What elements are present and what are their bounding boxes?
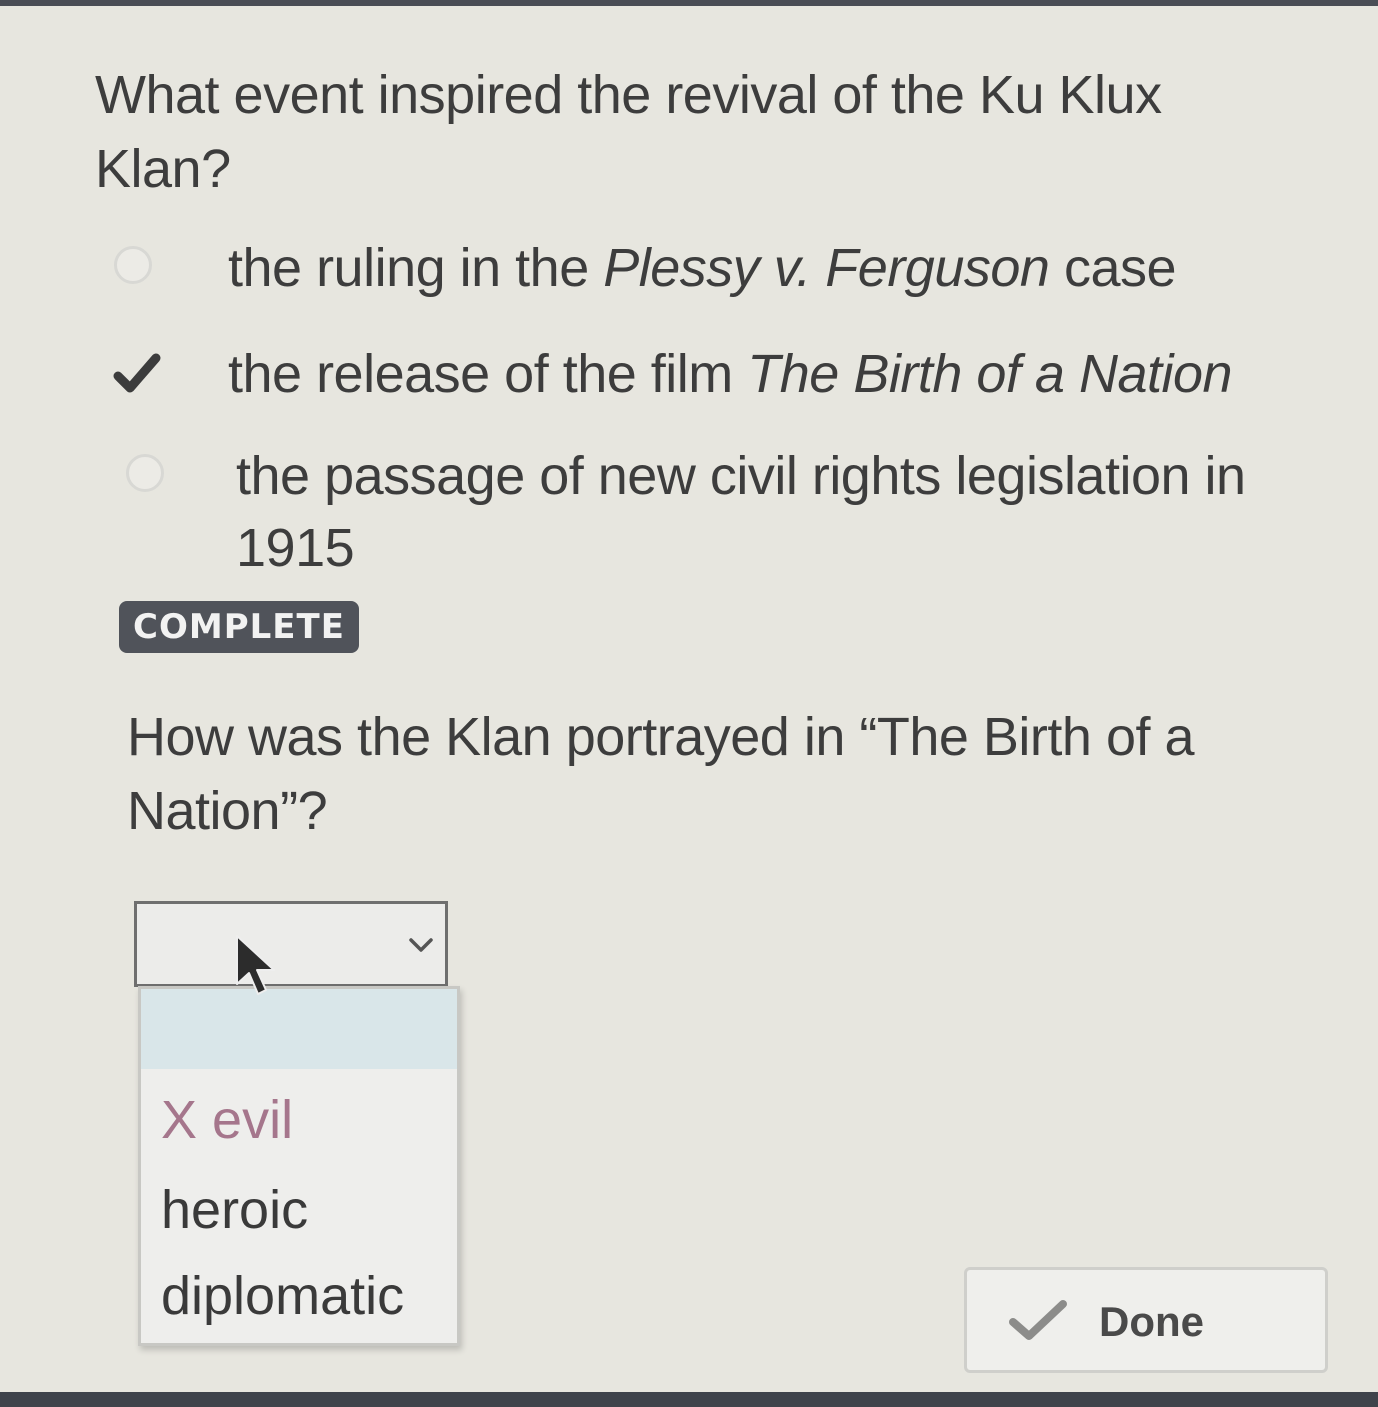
question-2-prompt: How was the Klan portrayed in “The Birth… xyxy=(127,707,1195,841)
radio-icon[interactable] xyxy=(122,452,182,500)
answer-option-3-label: the passage of new civil rights legislat… xyxy=(236,446,1246,578)
done-button-label: Done xyxy=(1099,1298,1204,1345)
answer-option-2-label: the release of the film The Birth of a N… xyxy=(228,344,1233,404)
chevron-down-icon[interactable] xyxy=(407,930,435,958)
dropdown-option-evil[interactable]: X evil xyxy=(161,1085,293,1155)
checkmark-icon xyxy=(110,350,170,398)
question-1-prompt: What event inspired the revival of the K… xyxy=(95,65,1162,199)
answer-option-1-label: the ruling in the Plessy v. Ferguson cas… xyxy=(228,238,1177,298)
dropdown-option-blank[interactable] xyxy=(141,989,457,1069)
radio-icon[interactable] xyxy=(110,244,170,292)
answer-dropdown[interactable] xyxy=(134,901,448,987)
dropdown-option-diplomatic[interactable]: diplomatic xyxy=(161,1261,404,1331)
window-top-edge xyxy=(0,0,1378,6)
done-button[interactable]: Done xyxy=(964,1267,1328,1373)
incorrect-mark: X xyxy=(161,1090,198,1150)
dropdown-option-label: evil xyxy=(212,1090,294,1150)
dropdown-option-heroic[interactable]: heroic xyxy=(161,1175,308,1245)
done-check-icon xyxy=(1007,1298,1071,1344)
mouse-cursor-icon xyxy=(232,932,282,1002)
dropdown-options-list: X evil heroic diplomatic xyxy=(138,986,460,1346)
status-badge: COMPLETE xyxy=(119,601,359,653)
window-bottom-edge xyxy=(0,1392,1378,1407)
